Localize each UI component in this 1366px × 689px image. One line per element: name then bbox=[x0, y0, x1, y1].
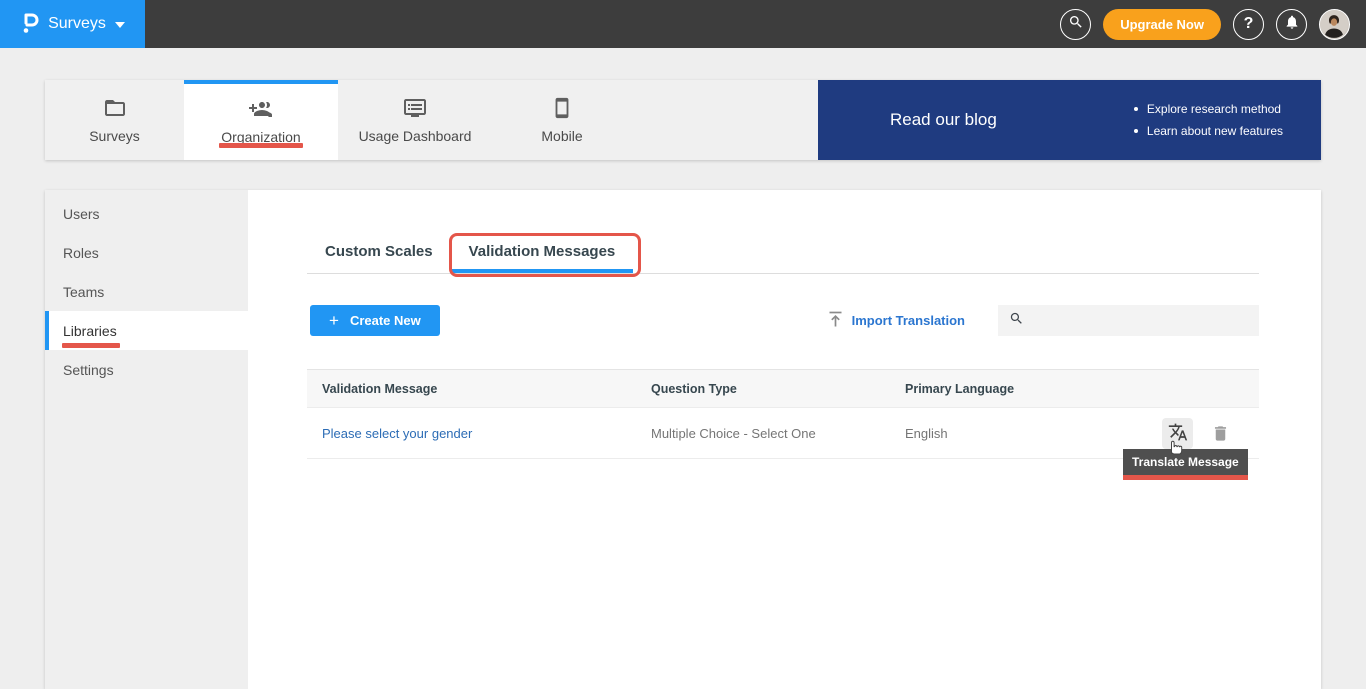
notifications-button[interactable] bbox=[1276, 9, 1307, 40]
primary-nav: Surveys Organization Usage Dashboard Mob… bbox=[45, 80, 1321, 160]
column-header-primary-language: Primary Language bbox=[905, 382, 1055, 396]
sidebar-item-teams[interactable]: Teams bbox=[45, 272, 248, 311]
sidebar-item-label: Teams bbox=[63, 284, 104, 300]
actions-row: + Create New Import Translation bbox=[307, 305, 1259, 336]
right-actions: Import Translation bbox=[828, 305, 1259, 336]
nav-tab-label: Surveys bbox=[89, 128, 140, 144]
import-translation-label: Import Translation bbox=[852, 313, 965, 328]
user-avatar[interactable] bbox=[1319, 9, 1350, 40]
nav-tab-organization[interactable]: Organization bbox=[184, 80, 338, 160]
primary-language-cell: English bbox=[905, 426, 1055, 441]
avatar-photo bbox=[1320, 10, 1348, 38]
trash-icon bbox=[1211, 424, 1230, 443]
divider bbox=[307, 273, 1259, 274]
library-tabs: Custom Scales Validation Messages bbox=[307, 237, 1259, 273]
nav-tab-label: Usage Dashboard bbox=[359, 128, 472, 144]
questionpro-logo-icon bbox=[20, 9, 39, 40]
question-type-cell: Multiple Choice - Select One bbox=[651, 426, 905, 441]
question-mark-icon: ? bbox=[1244, 15, 1254, 33]
sidebar-item-label: Settings bbox=[63, 362, 114, 378]
nav-tab-usage-dashboard[interactable]: Usage Dashboard bbox=[338, 80, 492, 160]
product-name: Surveys bbox=[48, 15, 106, 33]
libraries-main-panel: Custom Scales Validation Messages + Crea… bbox=[248, 190, 1321, 689]
sidebar-item-label: Roles bbox=[63, 245, 99, 261]
upload-icon bbox=[828, 311, 843, 331]
plus-icon: + bbox=[329, 314, 339, 328]
sidebar-item-label: Users bbox=[63, 206, 100, 222]
annotation-underline bbox=[219, 143, 303, 148]
annotation-underline bbox=[1123, 475, 1248, 480]
search-button[interactable] bbox=[1060, 9, 1091, 40]
tab-custom-scales[interactable]: Custom Scales bbox=[307, 237, 451, 273]
smartphone-icon bbox=[551, 96, 573, 120]
column-header-validation-message: Validation Message bbox=[307, 382, 651, 396]
topbar: Surveys Upgrade Now ? bbox=[0, 0, 1366, 48]
search-input[interactable] bbox=[1032, 305, 1259, 336]
delete-button[interactable] bbox=[1211, 424, 1230, 443]
table-row: Please select your gender Multiple Choic… bbox=[307, 408, 1259, 459]
banner-bullet: Learn about new features bbox=[1134, 120, 1283, 142]
search-icon bbox=[1068, 14, 1084, 35]
tab-validation-messages[interactable]: Validation Messages bbox=[451, 237, 634, 273]
validation-message-link[interactable]: Please select your gender bbox=[322, 426, 472, 441]
sidebar-item-roles[interactable]: Roles bbox=[45, 233, 248, 272]
tooltip-label: Translate Message bbox=[1132, 455, 1239, 469]
table-search-box[interactable] bbox=[998, 305, 1259, 336]
search-icon bbox=[1009, 311, 1024, 331]
create-new-button[interactable]: + Create New bbox=[310, 305, 440, 336]
row-actions bbox=[1162, 418, 1259, 449]
dashboard-screen-icon bbox=[403, 96, 427, 120]
column-header-question-type: Question Type bbox=[651, 382, 905, 396]
nav-tab-label: Mobile bbox=[541, 128, 582, 144]
table-header: Validation Message Question Type Primary… bbox=[307, 369, 1259, 408]
annotation-underline bbox=[62, 343, 120, 348]
nav-tab-mobile[interactable]: Mobile bbox=[492, 80, 632, 160]
group-add-icon bbox=[248, 97, 274, 121]
translate-tooltip: Translate Message bbox=[1123, 449, 1248, 480]
topbar-actions: Upgrade Now ? bbox=[1060, 9, 1366, 40]
banner-title: Read our blog bbox=[890, 110, 997, 130]
sidebar-item-settings[interactable]: Settings bbox=[45, 350, 248, 389]
create-new-label: Create New bbox=[350, 313, 421, 328]
folder-icon bbox=[103, 96, 127, 120]
upgrade-now-button[interactable]: Upgrade Now bbox=[1103, 9, 1221, 40]
product-switcher[interactable]: Surveys bbox=[0, 0, 145, 48]
banner-bullet-list: Explore research method Learn about new … bbox=[1134, 98, 1283, 142]
banner-bullet: Explore research method bbox=[1134, 98, 1283, 120]
org-sidebar: Users Roles Teams Libraries Settings bbox=[45, 190, 248, 689]
validation-messages-table: Validation Message Question Type Primary… bbox=[307, 369, 1259, 459]
blog-banner[interactable]: Read our blog Explore research method Le… bbox=[818, 80, 1321, 160]
chevron-down-icon bbox=[115, 22, 125, 28]
import-translation-link[interactable]: Import Translation bbox=[828, 311, 965, 331]
translate-message-button[interactable] bbox=[1162, 418, 1193, 449]
sidebar-item-label: Libraries bbox=[63, 323, 117, 339]
tab-label: Validation Messages bbox=[469, 243, 616, 260]
bell-icon bbox=[1284, 14, 1300, 35]
sidebar-item-libraries[interactable]: Libraries bbox=[45, 311, 248, 350]
nav-tab-surveys[interactable]: Surveys bbox=[45, 80, 184, 160]
content-card: Users Roles Teams Libraries Settings Cus… bbox=[45, 190, 1321, 689]
translate-icon bbox=[1168, 422, 1188, 445]
help-button[interactable]: ? bbox=[1233, 9, 1264, 40]
sidebar-item-users[interactable]: Users bbox=[45, 194, 248, 233]
